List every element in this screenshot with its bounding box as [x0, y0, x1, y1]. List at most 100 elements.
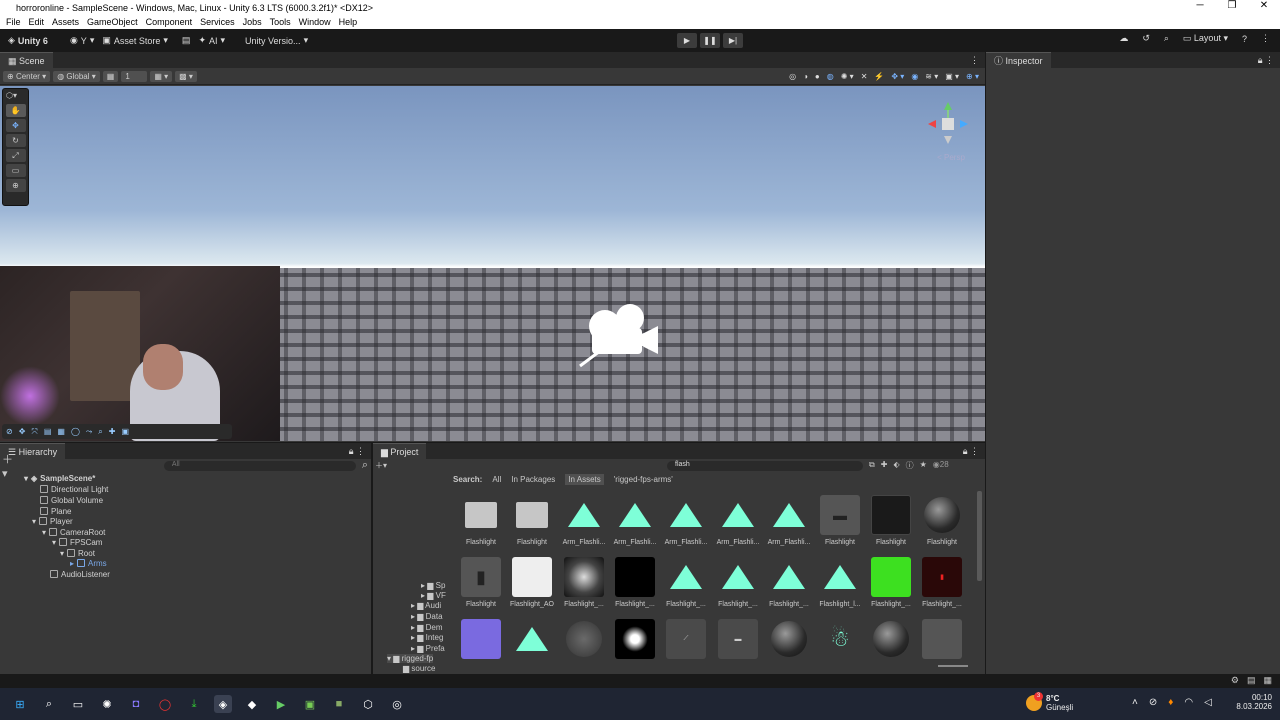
search-icon[interactable]: ⌕: [40, 695, 58, 713]
crop-icon[interactable]: ⤧: [31, 427, 37, 437]
asset-material[interactable]: Flashlight: [920, 495, 964, 546]
task-view-icon[interactable]: ▭: [69, 695, 87, 713]
package-button[interactable]: ▤: [182, 35, 191, 46]
unity-hub-icon[interactable]: ◈: [214, 695, 232, 713]
asset-store-button[interactable]: ▣ Asset Store ▾: [102, 35, 168, 46]
layers-icon[interactable]: ≋ ▾: [925, 72, 938, 81]
chatgpt-icon[interactable]: ✺: [98, 695, 116, 713]
play-button[interactable]: ▶: [677, 33, 697, 48]
scene-search-icon[interactable]: ⌕: [362, 459, 368, 472]
filter-all[interactable]: All: [492, 475, 501, 484]
folder-item[interactable]: ▸ ▆ VF: [421, 591, 446, 600]
asset-animation[interactable]: Arm_Flashli...: [716, 495, 760, 546]
github-icon[interactable]: ◎: [388, 695, 406, 713]
asset-animation[interactable]: Arm_Flashli...: [664, 495, 708, 546]
rotate-tool-icon[interactable]: ↻: [5, 134, 26, 147]
tree-row-player[interactable]: ▾ Player: [32, 516, 73, 526]
asset-animation[interactable]: Arm_Flashli...: [562, 495, 606, 546]
globe-icon[interactable]: ◯: [71, 427, 80, 436]
gizmos-icon[interactable]: ⊕ ▾: [966, 72, 979, 81]
asset-texture[interactable]: ▮ Flashlight_...: [920, 557, 964, 608]
wifi-icon[interactable]: ◠: [1184, 697, 1193, 708]
tree-row-directional-light[interactable]: Directional Light: [40, 484, 108, 494]
more-icon[interactable]: ⋮: [970, 55, 979, 66]
asset-texture[interactable]: Flashlight_...: [613, 557, 657, 608]
asset-material[interactable]: [869, 619, 913, 663]
menu-services[interactable]: Services: [200, 17, 235, 27]
window-icon[interactable]: ▣: [121, 427, 129, 436]
zoom-slider[interactable]: [938, 665, 968, 667]
history-icon[interactable]: ↺: [1142, 33, 1150, 44]
menu-help[interactable]: Help: [339, 17, 358, 27]
tree-row-cameraroot[interactable]: ▾ CameraRoot: [42, 527, 105, 537]
volume-icon[interactable]: ◁: [1204, 697, 1212, 708]
opera-icon[interactable]: ◯: [156, 695, 174, 713]
asset-animation[interactable]: Flashlight_l...: [818, 557, 862, 608]
nvidia-icon[interactable]: ▣: [301, 695, 319, 713]
camera-icon[interactable]: ▣ ▾: [945, 72, 959, 81]
pan-icon[interactable]: ✚: [109, 427, 116, 436]
hand-tool-icon[interactable]: ✋: [5, 104, 26, 117]
filter-folder[interactable]: 'rigged-fps-arms': [614, 475, 673, 484]
tab-inspector[interactable]: ⓘ Inspector: [986, 52, 1051, 68]
close-button[interactable]: ✕: [1248, 0, 1280, 11]
tree-row-fpscam[interactable]: ▾ FPSCam: [52, 537, 102, 547]
help-icon[interactable]: ?: [1242, 34, 1247, 44]
asset-animation[interactable]: [510, 619, 554, 663]
grid-snap-icon[interactable]: ▦: [102, 71, 119, 82]
tree-row-global-volume[interactable]: Global Volume: [40, 495, 103, 505]
step-button[interactable]: ▶|: [723, 33, 743, 48]
folder-item[interactable]: ▸ ▆ Sp: [421, 581, 445, 590]
tab-project[interactable]: ▆ Project: [373, 443, 427, 459]
asset-mesh[interactable]: ▮ Flashlight: [459, 557, 503, 608]
filter-in-assets[interactable]: In Assets: [565, 474, 604, 485]
filter-label-icon[interactable]: ✚: [881, 460, 888, 471]
asset-folder[interactable]: Flashlight: [459, 495, 503, 546]
asset-animation[interactable]: Flashlight_...: [664, 557, 708, 608]
lock-icon[interactable]: 🔒︎ ⋮: [963, 446, 979, 457]
unity-editor-icon[interactable]: ◆: [243, 695, 261, 713]
snap-icon[interactable]: ▩ ▾: [175, 71, 197, 82]
cloud-icon[interactable]: ☁: [1119, 33, 1128, 44]
asset-material[interactable]: [562, 619, 606, 663]
search-icon[interactable]: ⌕: [1164, 33, 1169, 44]
download-icon[interactable]: ⤓: [185, 695, 203, 713]
network-icon[interactable]: ▦: [1263, 675, 1272, 686]
move-icon[interactable]: ✥: [19, 427, 26, 436]
persp-label[interactable]: < Persp: [924, 153, 978, 162]
shaded-icon[interactable]: ●: [815, 72, 820, 81]
account-dropdown[interactable]: ◉ Y ▾: [70, 35, 94, 46]
menu-assets[interactable]: Assets: [52, 17, 79, 27]
tree-row-plane[interactable]: Plane: [40, 506, 71, 516]
asset-animation[interactable]: Flashlight_...: [716, 557, 760, 608]
lock-icon[interactable]: 🔒︎ ⋮: [1258, 55, 1274, 66]
asset-generic[interactable]: [920, 619, 964, 663]
asset-texture[interactable]: Flashlight_...: [562, 557, 606, 608]
windows-start-icon[interactable]: ⊞: [11, 695, 29, 713]
chevron-up-icon[interactable]: ˄: [1132, 697, 1138, 708]
add-button[interactable]: ＋▾: [2, 451, 18, 480]
tree-row-samplescene[interactable]: ▾ ◈ SampleScene*: [24, 473, 95, 483]
version-control-dropdown[interactable]: Unity Versio... ▾: [245, 35, 308, 46]
project-search-input[interactable]: flash: [667, 460, 864, 471]
media-icon[interactable]: ▶: [272, 695, 290, 713]
minecraft-icon[interactable]: ■: [330, 695, 348, 713]
global-dropdown[interactable]: ◍ Global ▾: [53, 71, 100, 82]
folder-item[interactable]: ▸ ▆ Data: [411, 612, 443, 621]
weather-widget[interactable]: 3 8°C Güneşli: [1026, 692, 1073, 712]
asset-animation[interactable]: Flashlight_...: [767, 557, 811, 608]
folder-item[interactable]: ▸ ▆ Prefa: [411, 644, 445, 653]
orbit-icon[interactable]: ⊘: [6, 427, 13, 436]
grid-icon[interactable]: ▦ ▾: [150, 71, 173, 82]
menu-file[interactable]: File: [6, 17, 21, 27]
audio-mute-icon[interactable]: ✕: [861, 72, 868, 81]
folder-item[interactable]: ▆ source: [403, 664, 435, 673]
menu-edit[interactable]: Edit: [29, 17, 45, 27]
tree-row-root[interactable]: ▾ Root: [60, 548, 95, 558]
asset-mesh[interactable]: ▬: [716, 619, 760, 663]
move-tool-icon[interactable]: ✥: [5, 119, 26, 132]
menu-window[interactable]: Window: [299, 17, 331, 27]
favorite-icon[interactable]: ★: [920, 460, 927, 471]
ai-button[interactable]: ✦ AI ▾: [198, 35, 225, 46]
tools-icon[interactable]: ✥ ▾: [891, 72, 904, 81]
